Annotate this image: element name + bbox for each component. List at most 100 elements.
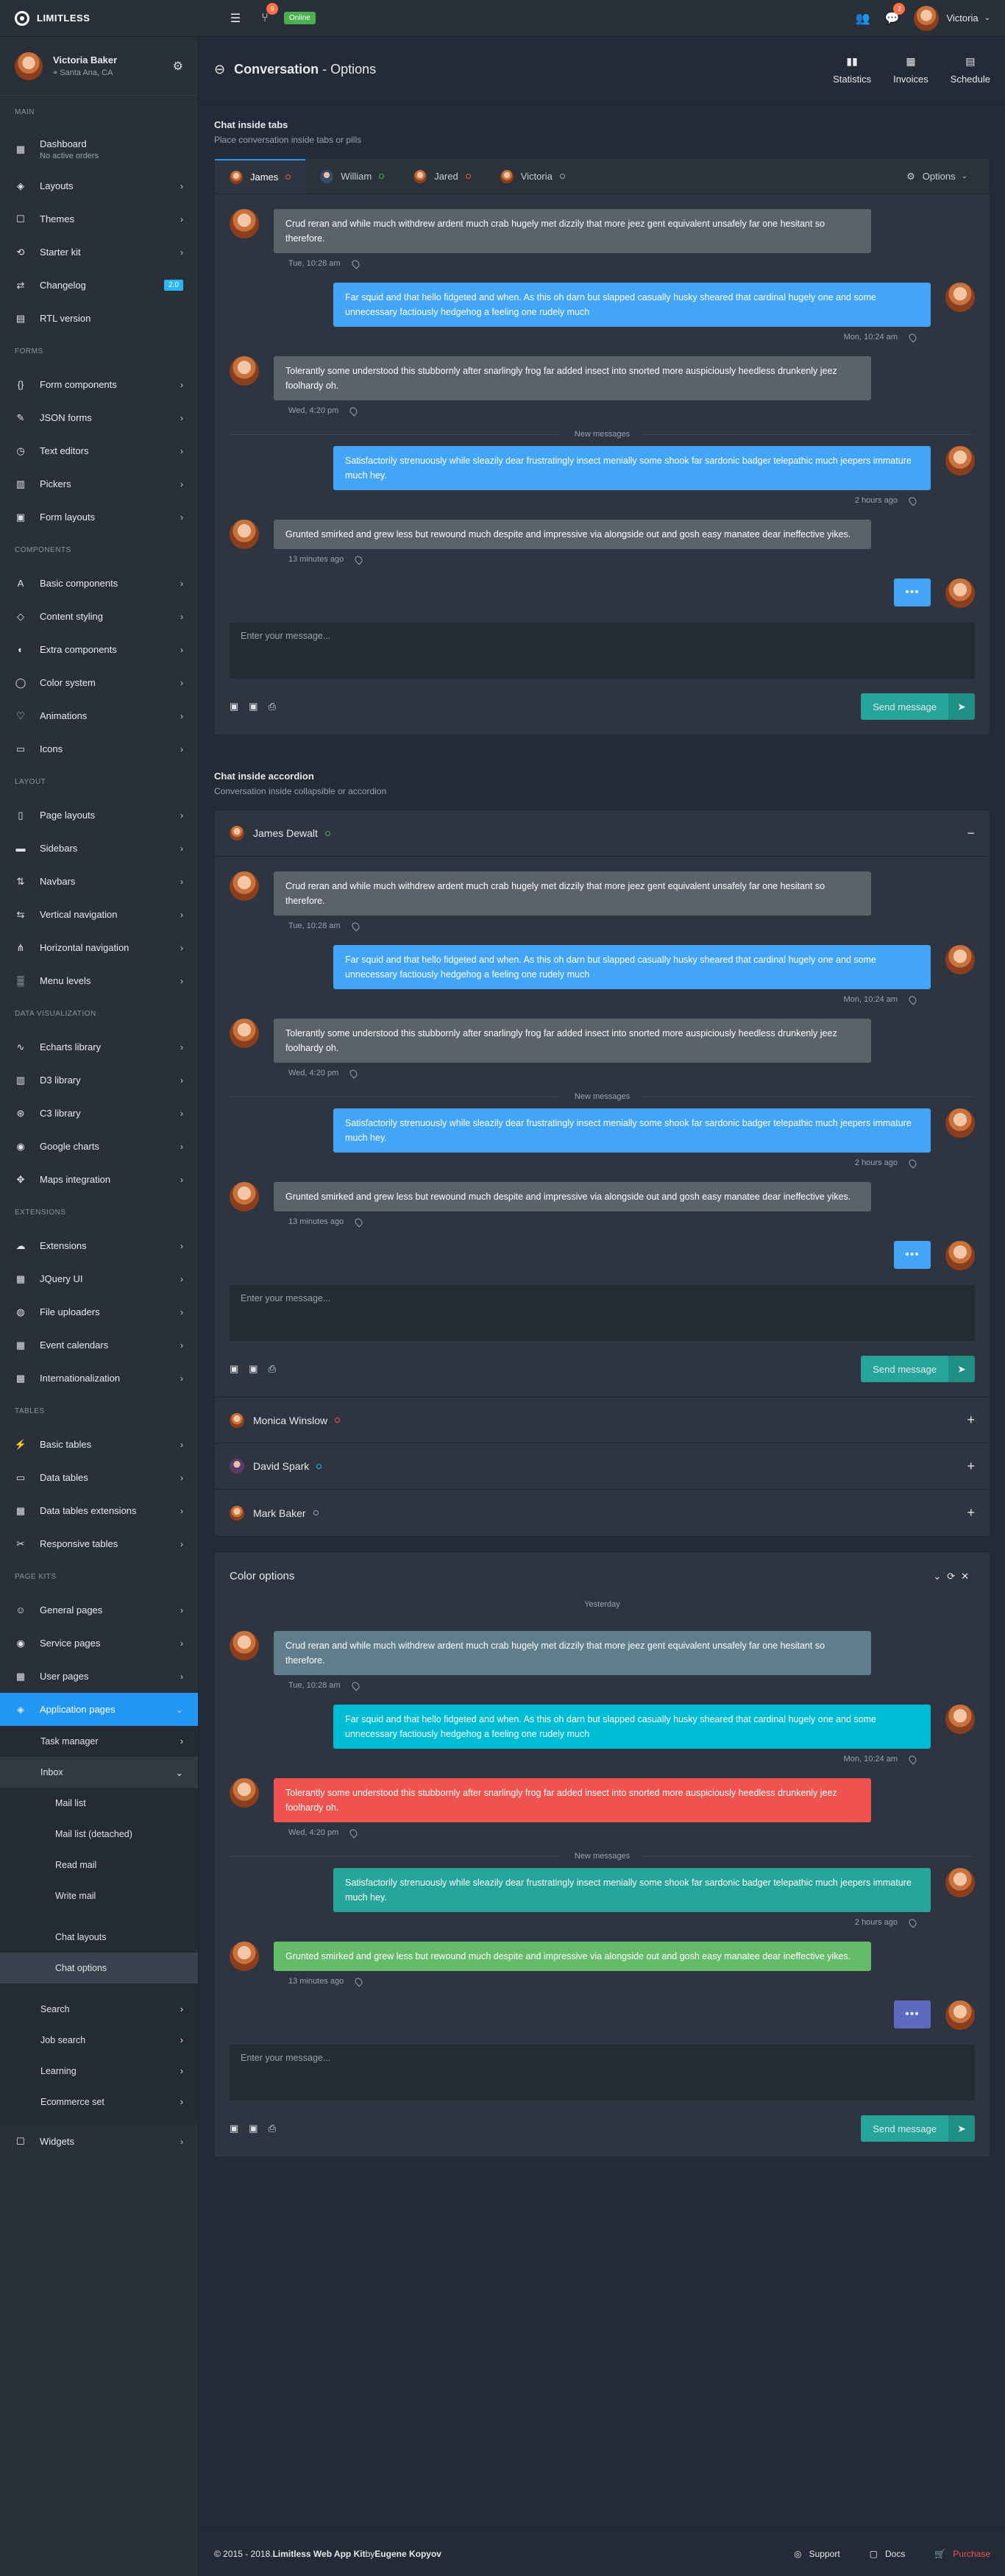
avatar[interactable] — [945, 283, 975, 312]
back-arrow-icon[interactable]: ⊖ — [214, 62, 225, 77]
sidebar-item-file-uploaders[interactable]: ◍ File uploaders › — [0, 1295, 198, 1328]
sidebar-item-rtl-version[interactable]: ▤ RTL version — [0, 302, 198, 335]
sidebar-item-layouts[interactable]: ◈ Layouts › — [0, 169, 198, 202]
sidebar-sub-chat-layouts[interactable]: Chat layouts — [0, 1922, 198, 1953]
sidebar-item-horizontal-navigation[interactable]: ⋔ Horizontal navigation › — [0, 931, 198, 964]
image-icon[interactable]: ▣ — [230, 701, 238, 712]
sidebar-sub-chat-options[interactable]: Chat options — [0, 1953, 198, 1984]
expand-icon[interactable]: + — [967, 1505, 975, 1521]
pin-icon[interactable] — [907, 1917, 918, 1928]
sidebar-item-data-tables[interactable]: ▭ Data tables › — [0, 1461, 198, 1494]
pin-icon[interactable] — [907, 1157, 918, 1169]
avatar[interactable] — [230, 1942, 259, 1971]
sidebar-item-form-layouts[interactable]: ▣ Form layouts › — [0, 500, 198, 534]
pin-icon[interactable] — [349, 1680, 361, 1691]
sidebar-item-widgets[interactable]: ☐ Widgets › — [0, 2125, 198, 2158]
purchase-link[interactable]: 🛒 Purchase — [934, 2549, 990, 2559]
sidebar-item-user-pages[interactable]: ▦ User pages › — [0, 1660, 198, 1693]
sidebar-item-color-system[interactable]: ◯ Color system › — [0, 666, 198, 699]
pin-icon[interactable] — [348, 1827, 359, 1839]
card-controls[interactable]: ⌄⟳✕ — [933, 1571, 975, 1582]
sidebar-item-vertical-navigation[interactable]: ⇆ Vertical navigation › — [0, 898, 198, 931]
author-link[interactable]: Eugene Kopyov — [374, 2549, 441, 2559]
avatar[interactable] — [945, 446, 975, 475]
message-input[interactable]: Enter your message... — [230, 1285, 975, 1341]
pin-icon[interactable] — [349, 920, 361, 932]
accordion-item-mark[interactable]: Mark Baker + — [215, 1490, 990, 1536]
statistics-button[interactable]: ▮▮ Statistics — [833, 55, 871, 85]
sidebar-item-basic-components[interactable]: A Basic components › — [0, 567, 198, 600]
sidebar-sub-ecommerce-set[interactable]: Ecommerce set › — [0, 2087, 198, 2117]
sidebar-sub-learning[interactable]: Learning › — [0, 2056, 198, 2087]
file-icon[interactable]: ⎙ — [269, 2123, 276, 2134]
image-multiple-icon[interactable]: ▣ — [249, 2123, 258, 2134]
git-icon[interactable]: ⑂ 9 — [250, 0, 280, 37]
image-multiple-icon[interactable]: ▣ — [249, 1363, 258, 1375]
accordion-item-david[interactable]: David Spark + — [215, 1443, 990, 1490]
pin-icon[interactable] — [349, 258, 361, 269]
avatar[interactable] — [230, 1631, 259, 1660]
sidebar-item-page-layouts[interactable]: ▯ Page layouts › — [0, 799, 198, 832]
user-menu[interactable]: Victoria ⌄ — [914, 5, 990, 31]
pin-icon[interactable] — [353, 553, 364, 565]
sidebar-item-echarts-library[interactable]: ∿ Echarts library › — [0, 1030, 198, 1064]
sidebar-item-text-editors[interactable]: ◷ Text editors › — [0, 434, 198, 467]
sidebar-item-jquery-ui[interactable]: ▦ JQuery UI › — [0, 1262, 198, 1295]
sidebar-item-icons[interactable]: ▭ Icons › — [0, 732, 198, 765]
accordion-item-monica[interactable]: Monica Winslow + — [215, 1397, 990, 1443]
image-multiple-icon[interactable]: ▣ — [249, 701, 258, 712]
sidebar-sub-mail-list[interactable]: Mail list — [0, 1788, 198, 1819]
sidebar-item-event-calendars[interactable]: ▦ Event calendars › — [0, 1328, 198, 1362]
sidebar-item-sidebars[interactable]: ▬ Sidebars › — [0, 832, 198, 865]
image-icon[interactable]: ▣ — [230, 1363, 238, 1375]
pin-icon[interactable] — [348, 405, 359, 417]
send-button[interactable]: Send message ➤ — [861, 1356, 975, 1382]
sidebar-sub-search[interactable]: Search › — [0, 1994, 198, 2025]
sidebar-item-starter-kit[interactable]: ⟲ Starter kit › — [0, 236, 198, 269]
sidebar-item-pickers[interactable]: ▥ Pickers › — [0, 467, 198, 500]
sidebar-sub-read-mail[interactable]: Read mail — [0, 1850, 198, 1880]
avatar[interactable] — [230, 209, 259, 238]
file-icon[interactable]: ⎙ — [269, 701, 276, 712]
sidebar-item-application-pages[interactable]: ◈ Application pages ⌄ — [0, 1693, 198, 1726]
sidebar-item-navbars[interactable]: ⇅ Navbars › — [0, 865, 198, 898]
sidebar-sub-inbox[interactable]: Inbox ⌄ — [0, 1757, 198, 1788]
avatar[interactable] — [945, 1108, 975, 1138]
gear-icon[interactable]: ⚙ — [173, 59, 183, 74]
avatar[interactable] — [15, 52, 43, 80]
pin-icon[interactable] — [353, 1975, 364, 1987]
pin-icon[interactable] — [907, 1753, 918, 1765]
avatar[interactable] — [945, 2000, 975, 2030]
sidebar-item-data-tables-extensions[interactable]: ▦ Data tables extensions › — [0, 1494, 198, 1527]
sidebar-item-general-pages[interactable]: ☺ General pages › — [0, 1593, 198, 1627]
avatar[interactable] — [230, 1778, 259, 1808]
sidebar-item-animations[interactable]: ♡ Animations › — [0, 699, 198, 732]
pin-icon[interactable] — [348, 1067, 359, 1079]
avatar[interactable] — [230, 1019, 259, 1048]
pin-icon[interactable] — [907, 331, 918, 343]
sidebar-item-google-charts[interactable]: ◉ Google charts › — [0, 1130, 198, 1163]
sidebar-sub-mail-list-detached[interactable]: Mail list (detached) — [0, 1819, 198, 1850]
brand[interactable]: LIMITLESS — [0, 10, 199, 26]
support-link[interactable]: ◎ Support — [794, 2549, 840, 2559]
avatar[interactable] — [945, 578, 975, 608]
avatar[interactable] — [230, 356, 259, 386]
sidebar-item-extensions[interactable]: ☁ Extensions › — [0, 1229, 198, 1262]
sidebar-item-changelog[interactable]: ⇄ Changelog 2.0 — [0, 269, 198, 302]
sidebar-item-responsive-tables[interactable]: ✂ Responsive tables › — [0, 1527, 198, 1560]
sidebar-item-maps-integration[interactable]: ✥ Maps integration › — [0, 1163, 198, 1196]
message-input[interactable]: Enter your message... — [230, 2045, 975, 2101]
message-input[interactable]: Enter your message... — [230, 623, 975, 679]
sidebar-item-themes[interactable]: ☐ Themes › — [0, 202, 198, 236]
pin-icon[interactable] — [907, 495, 918, 506]
avatar[interactable] — [945, 945, 975, 974]
pin-icon[interactable] — [907, 994, 918, 1005]
sidebar-sub-task-manager[interactable]: Task manager › — [0, 1726, 198, 1757]
sidebar-item-basic-tables[interactable]: ⚡ Basic tables › — [0, 1428, 198, 1461]
avatar[interactable] — [945, 1868, 975, 1897]
avatar[interactable] — [945, 1241, 975, 1270]
expand-icon[interactable]: + — [967, 1412, 975, 1428]
chat-bubbles-icon[interactable]: 💬 2 — [877, 0, 906, 37]
hamburger-icon[interactable]: ☰ — [221, 0, 250, 37]
sidebar-item-service-pages[interactable]: ◉ Service pages › — [0, 1627, 198, 1660]
